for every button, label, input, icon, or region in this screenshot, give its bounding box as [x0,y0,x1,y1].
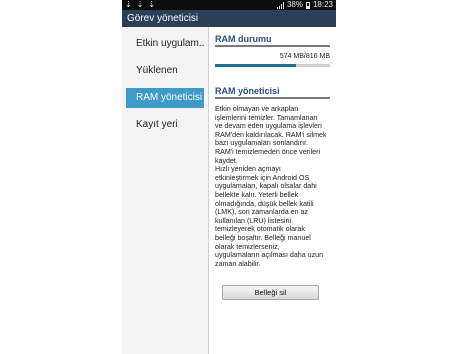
ram-manager-heading: RAM yöneticisi [215,79,330,99]
sidebar-item-downloaded[interactable]: Yüklenen [126,61,204,81]
sidebar: Etkin uygulam.. Yüklenen RAM yöneticisi … [122,27,209,354]
battery-percent: 38% [286,0,303,9]
battery-icon [305,1,310,9]
ram-usage-bar [215,64,330,67]
sidebar-item-ram-manager[interactable]: RAM yöneticisi [126,88,204,108]
app-title: Görev yöneticisi [127,13,199,24]
sidebar-item-storage[interactable]: Kayıt yeri [126,115,204,135]
clear-memory-button-label: Belleği sil [254,288,287,297]
ram-status-heading: RAM durumu [215,27,330,47]
sidebar-item-label: Kayıt yeri [136,119,178,130]
clear-memory-button[interactable]: Belleği sil [222,285,319,300]
sidebar-item-label: Yüklenen [136,65,178,76]
sidebar-item-label: RAM yöneticisi [136,92,203,103]
download-icon: ⇣ [148,0,156,9]
sidebar-item-label: Etkin uygulam.. [136,38,204,49]
ram-manager-panel: RAM durumu 574 MB/816 MB RAM yöneticisi … [209,27,336,354]
ram-usage-text: 574 MB/816 MB [279,53,330,60]
clock: 18:23 [312,0,333,9]
notification-icons: ⇣ ⇣ ⇣ [125,0,155,10]
status-bar: ⇣ ⇣ ⇣ 38% 18:23 [122,0,336,10]
sidebar-item-active-apps[interactable]: Etkin uygulam.. [126,34,204,54]
ram-manager-description: Etkin olmayan ve arkaplan işlemlerini te… [215,105,327,268]
ram-usage-bar-fill [215,64,296,67]
app-title-bar: Görev yöneticisi [122,10,336,27]
status-indicators: 38% 18:23 [276,0,333,10]
download-icon: ⇣ [136,0,144,9]
download-icon: ⇣ [125,0,132,9]
signal-icon [276,1,284,9]
device-screen: ⇣ ⇣ ⇣ 38% 18:23 Görev yöneticisi Etkin u… [122,0,336,354]
